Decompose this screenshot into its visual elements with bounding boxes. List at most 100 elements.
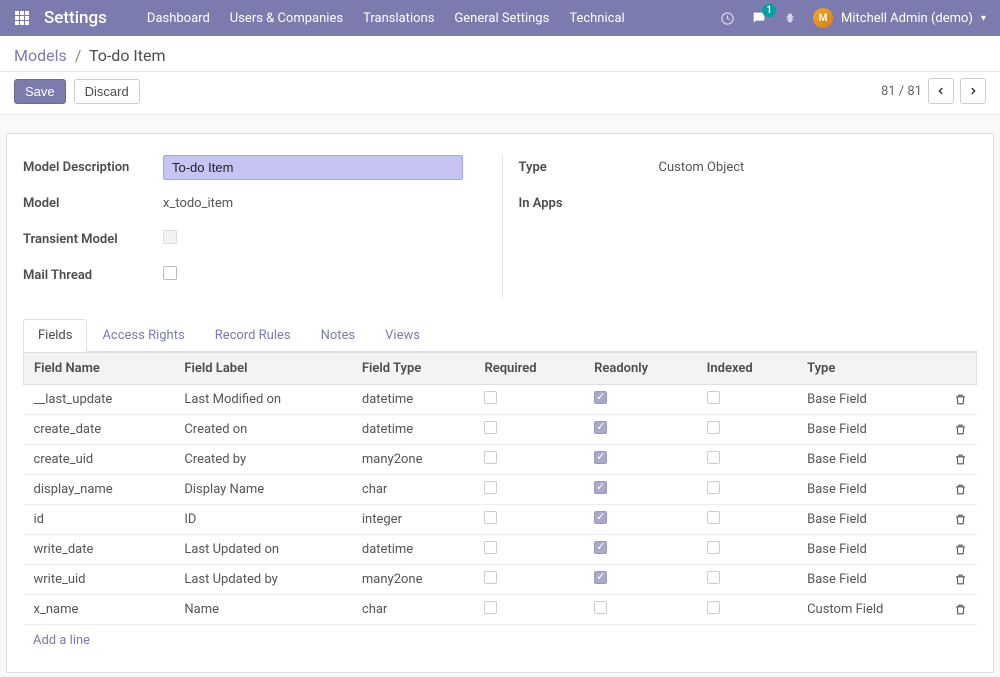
pager-text[interactable]: 81 / 81 — [881, 84, 922, 99]
cell-delete — [944, 535, 977, 565]
checkbox-readonly[interactable] — [594, 481, 607, 494]
checkbox-readonly[interactable] — [594, 511, 607, 524]
sheet-background: Model Description Model x_todo_item Tran… — [0, 115, 1000, 677]
checkbox-indexed[interactable] — [707, 421, 720, 434]
checkbox-indexed[interactable] — [707, 571, 720, 584]
checkbox-mail-thread[interactable] — [163, 266, 177, 280]
th-field-label[interactable]: Field Label — [174, 353, 352, 385]
checkbox-readonly[interactable] — [594, 451, 607, 464]
checkbox-transient — [163, 230, 177, 244]
checkbox-indexed[interactable] — [707, 481, 720, 494]
menu-translations[interactable]: Translations — [363, 11, 434, 26]
trash-icon[interactable] — [954, 603, 967, 616]
label-transient: Transient Model — [23, 232, 163, 247]
checkbox-indexed[interactable] — [707, 451, 720, 464]
discard-button[interactable]: Discard — [74, 79, 140, 104]
apps-grid-icon[interactable] — [14, 10, 30, 26]
table-row[interactable]: create_uidCreated bymany2oneBase Field — [24, 445, 977, 475]
checkbox-required[interactable] — [484, 601, 497, 614]
tab-access-rights[interactable]: Access Rights — [87, 319, 199, 352]
cell-field-name: id — [24, 505, 175, 535]
label-in-apps: In Apps — [519, 196, 659, 211]
checkbox-readonly[interactable] — [594, 541, 607, 554]
tab-views[interactable]: Views — [370, 319, 435, 352]
cell-indexed — [697, 445, 797, 475]
tab-record-rules[interactable]: Record Rules — [200, 319, 306, 352]
checkbox-required[interactable] — [484, 421, 497, 434]
th-type[interactable]: Type — [797, 353, 943, 385]
user-menu[interactable]: M Mitchell Admin (demo) ▾ — [813, 8, 986, 28]
add-line-link[interactable]: Add a line — [23, 625, 977, 656]
checkbox-required[interactable] — [484, 571, 497, 584]
cell-required — [474, 475, 584, 505]
debug-icon[interactable] — [783, 11, 797, 25]
checkbox-indexed[interactable] — [707, 511, 720, 524]
trash-icon[interactable] — [954, 453, 967, 466]
trash-icon[interactable] — [954, 513, 967, 526]
label-type: Type — [519, 160, 659, 175]
app-title[interactable]: Settings — [44, 8, 107, 28]
trash-icon[interactable] — [954, 423, 967, 436]
menu-technical[interactable]: Technical — [569, 11, 624, 26]
pager-prev-button[interactable] — [928, 78, 954, 104]
checkbox-readonly[interactable] — [594, 421, 607, 434]
checkbox-indexed[interactable] — [707, 601, 720, 614]
form-col-right: Type Custom Object In Apps — [502, 154, 978, 298]
checkbox-readonly[interactable] — [594, 391, 607, 404]
checkbox-required[interactable] — [484, 451, 497, 464]
checkbox-required[interactable] — [484, 541, 497, 554]
table-row[interactable]: write_uidLast Updated bymany2oneBase Fie… — [24, 565, 977, 595]
th-indexed[interactable]: Indexed — [697, 353, 797, 385]
cell-readonly — [584, 385, 697, 415]
tab-notes[interactable]: Notes — [306, 319, 371, 352]
input-model-description[interactable] — [163, 155, 463, 180]
th-required[interactable]: Required — [474, 353, 584, 385]
menu-general-settings[interactable]: General Settings — [454, 11, 549, 26]
tab-fields[interactable]: Fields — [23, 319, 87, 352]
cell-field-label: Created by — [174, 445, 352, 475]
action-bar: Save Discard 81 / 81 — [0, 72, 1000, 115]
table-row[interactable]: idIDintegerBase Field — [24, 505, 977, 535]
th-field-type[interactable]: Field Type — [352, 353, 475, 385]
breadcrumb-root[interactable]: Models — [14, 46, 67, 65]
checkbox-readonly[interactable] — [594, 601, 607, 614]
trash-icon[interactable] — [954, 543, 967, 556]
trash-icon[interactable] — [954, 393, 967, 406]
table-row[interactable]: __last_updateLast Modified ondatetimeBas… — [24, 385, 977, 415]
cell-indexed — [697, 535, 797, 565]
menu-dashboard[interactable]: Dashboard — [147, 11, 210, 26]
cell-field-label: Display Name — [174, 475, 352, 505]
messaging-icon[interactable]: 1 — [751, 10, 767, 26]
checkbox-required[interactable] — [484, 481, 497, 494]
checkbox-required[interactable] — [484, 511, 497, 524]
messaging-badge: 1 — [762, 4, 776, 17]
pager: 81 / 81 — [881, 78, 986, 104]
cell-field-name: create_uid — [24, 445, 175, 475]
pager-next-button[interactable] — [960, 78, 986, 104]
checkbox-indexed[interactable] — [707, 541, 720, 554]
th-readonly[interactable]: Readonly — [584, 353, 697, 385]
checkbox-indexed[interactable] — [707, 391, 720, 404]
cell-field-type: datetime — [352, 415, 475, 445]
trash-icon[interactable] — [954, 573, 967, 586]
cell-type: Base Field — [797, 475, 943, 505]
menu-users-companies[interactable]: Users & Companies — [230, 11, 343, 26]
avatar-icon: M — [813, 8, 833, 28]
table-row[interactable]: display_nameDisplay NamecharBase Field — [24, 475, 977, 505]
cell-field-name: create_date — [24, 415, 175, 445]
label-model-description: Model Description — [23, 160, 163, 175]
breadcrumb-bar: Models / To-do Item — [0, 36, 1000, 72]
table-row[interactable]: create_dateCreated ondatetimeBase Field — [24, 415, 977, 445]
cell-field-type: char — [352, 475, 475, 505]
cell-field-label: ID — [174, 505, 352, 535]
checkbox-readonly[interactable] — [594, 571, 607, 584]
cell-required — [474, 595, 584, 625]
checkbox-required[interactable] — [484, 391, 497, 404]
th-field-name[interactable]: Field Name — [24, 353, 175, 385]
clock-icon[interactable] — [720, 11, 735, 26]
trash-icon[interactable] — [954, 483, 967, 496]
form-sheet: Model Description Model x_todo_item Tran… — [6, 133, 994, 673]
save-button[interactable]: Save — [14, 79, 66, 104]
table-row[interactable]: x_nameNamecharCustom Field — [24, 595, 977, 625]
table-row[interactable]: write_dateLast Updated ondatetimeBase Fi… — [24, 535, 977, 565]
